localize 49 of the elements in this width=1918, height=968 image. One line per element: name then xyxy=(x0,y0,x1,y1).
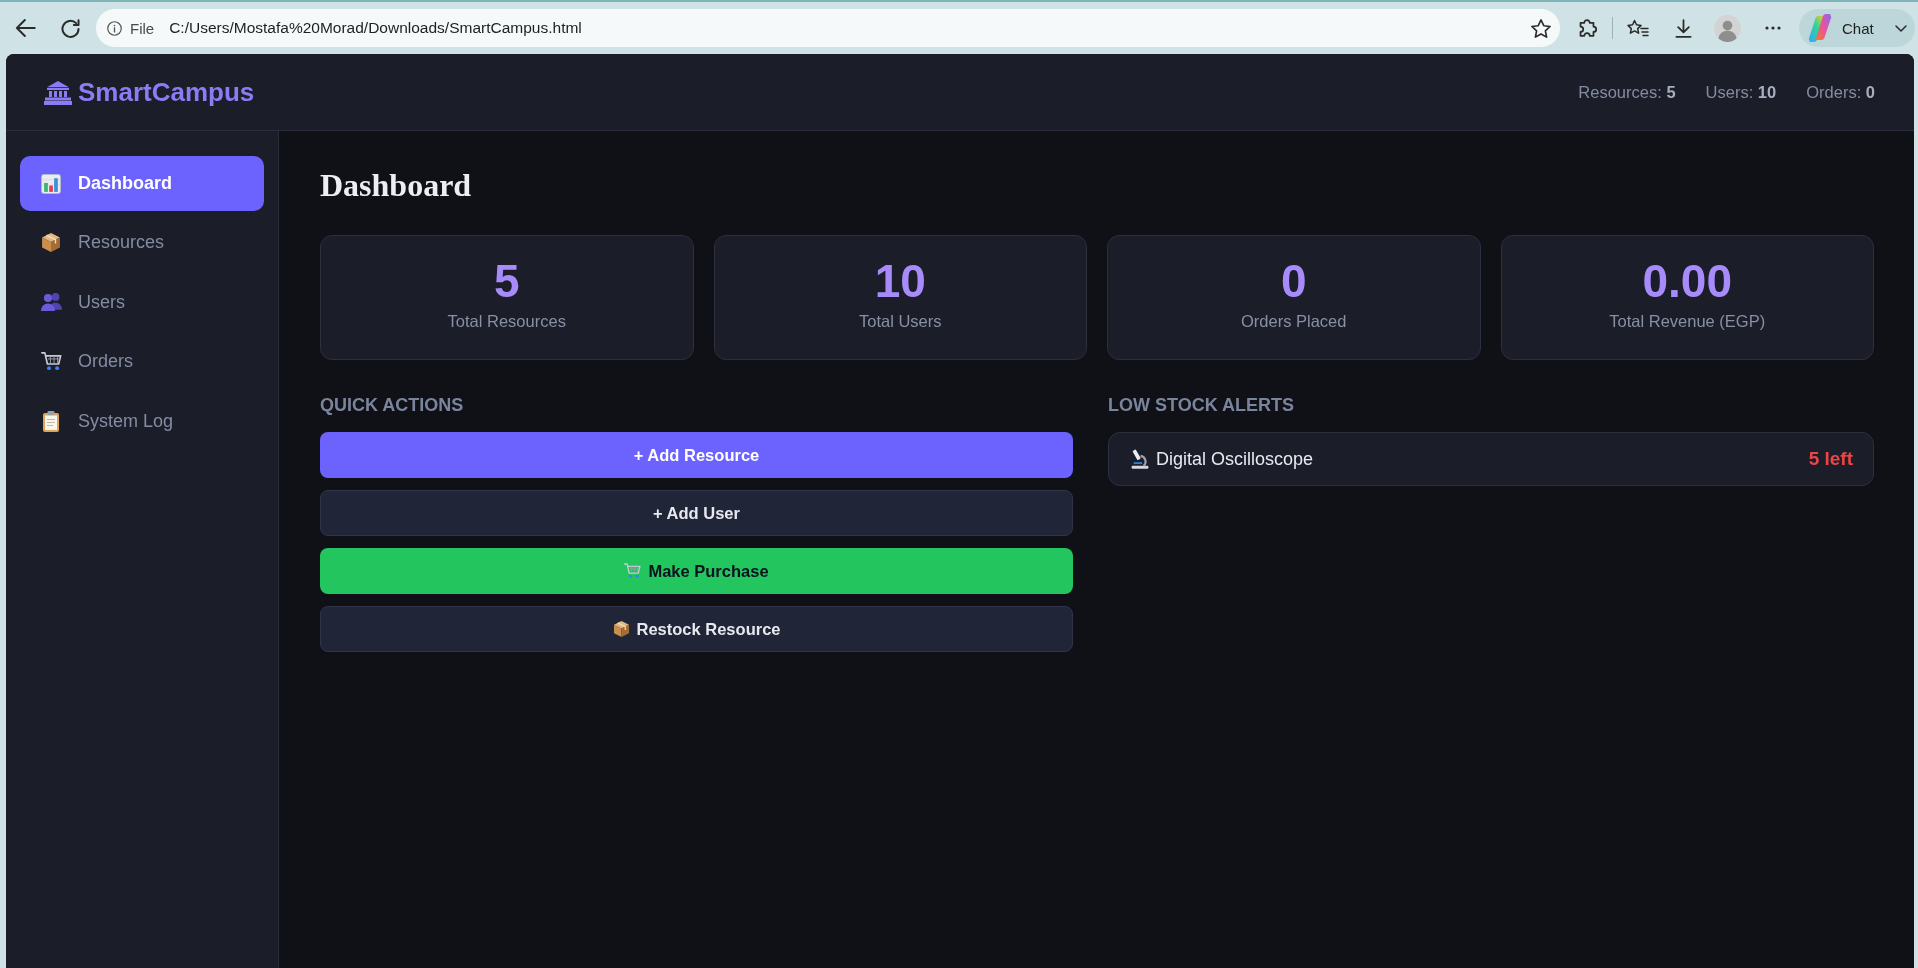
stock-count: 5 left xyxy=(1808,448,1853,470)
reload-icon[interactable] xyxy=(61,18,80,38)
stat-value: 10 xyxy=(874,255,926,307)
box-icon xyxy=(42,233,60,253)
url-text[interactable]: C:/Users/Mostafa%20Morad/Downloads/SmartCampus.html xyxy=(169,19,582,37)
header-stat: Resources: 5 xyxy=(1578,82,1676,102)
stat-label: Total Users xyxy=(859,311,942,331)
stat-label: Orders Placed xyxy=(1241,311,1347,331)
header-stat: Orders: 0 xyxy=(1806,82,1875,102)
building-icon xyxy=(44,79,72,105)
sidebar-item[interactable]: Orders xyxy=(20,334,264,390)
cart-icon xyxy=(40,352,62,372)
sidebar-item[interactable]: Resources xyxy=(20,215,264,271)
address-bar[interactable]: File C:/Users/Mostafa%20Morad/Downloads/SmartCampus.html xyxy=(96,9,1560,47)
bar-chart-icon xyxy=(41,173,61,194)
chevron-down-icon xyxy=(1895,24,1907,32)
page-title: Dashboard xyxy=(320,168,473,203)
section-heading: QUICK ACTIONS xyxy=(320,394,465,416)
more-icon[interactable] xyxy=(1765,26,1781,30)
item-name: Digital Oscilloscope xyxy=(1156,448,1314,470)
sidebar-item[interactable]: Dashboard xyxy=(20,156,264,211)
site-info-label[interactable]: File xyxy=(130,19,155,37)
stat-label: Total Resources xyxy=(447,311,566,331)
microscope-icon xyxy=(1131,449,1149,469)
action-button[interactable]: + Add Resource xyxy=(320,432,1073,478)
sidebar-item[interactable]: System Log xyxy=(20,393,264,449)
info-icon[interactable] xyxy=(107,20,122,36)
favorites-icon[interactable] xyxy=(1627,19,1649,37)
clipboard-icon xyxy=(43,410,59,432)
box-icon xyxy=(612,621,630,637)
header-stat: Users: 10 xyxy=(1705,82,1777,102)
action-button[interactable]: Restock Resource xyxy=(320,606,1073,652)
back-arrow-icon[interactable] xyxy=(15,19,36,37)
gradient-logo-icon xyxy=(1807,14,1833,42)
star-icon[interactable] xyxy=(1531,18,1551,38)
stat-value: 0.00 xyxy=(1642,255,1732,307)
action-button[interactable]: Make Purchase xyxy=(320,548,1073,594)
puzzle-piece-icon[interactable] xyxy=(1577,19,1597,37)
stat-value: 0 xyxy=(1280,255,1307,307)
stat-label: Total Revenue (EGP) xyxy=(1609,311,1766,331)
app-logo-text: SmartCampus xyxy=(78,76,255,108)
chat-button[interactable]: Chat xyxy=(1799,9,1915,47)
cart-icon xyxy=(624,563,642,579)
section-heading: LOW STOCK ALERTS xyxy=(1108,394,1295,416)
stat-value: 5 xyxy=(493,255,520,307)
download-icon[interactable] xyxy=(1675,18,1692,38)
action-button[interactable]: + Add User xyxy=(320,490,1073,536)
sidebar-item[interactable]: Users xyxy=(20,274,264,330)
users-icon xyxy=(40,293,62,312)
